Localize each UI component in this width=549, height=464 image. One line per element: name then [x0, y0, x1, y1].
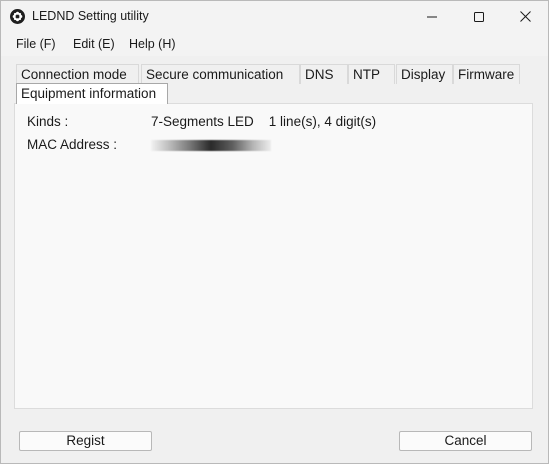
close-button[interactable] — [502, 1, 548, 32]
tab-equipment-information[interactable]: Equipment information — [16, 83, 168, 104]
menu-bar: File (F) Edit (E) Help (H) — [1, 32, 548, 56]
cancel-button[interactable]: Cancel — [399, 431, 532, 451]
equipment-information-panel: Kinds : 7-Segments LED 1 line(s), 4 digi… — [14, 103, 533, 409]
close-icon — [519, 11, 531, 22]
maximize-icon — [474, 11, 484, 22]
tab-secure-communication[interactable]: Secure communication — [141, 64, 300, 84]
window-title: LEDND Setting utility — [32, 9, 149, 23]
tab-display[interactable]: Display — [396, 64, 453, 84]
maximize-button[interactable] — [456, 1, 502, 32]
mac-address-value-redacted — [151, 140, 271, 151]
minimize-button[interactable] — [409, 1, 455, 32]
kinds-value: 7-Segments LED 1 line(s), 4 digit(s) — [151, 114, 377, 129]
kinds-label: Kinds : — [27, 114, 69, 129]
tab-firmware[interactable]: Firmware — [453, 64, 520, 84]
minimize-icon — [427, 16, 437, 17]
title-bar[interactable]: LEDND Setting utility — [1, 1, 548, 32]
menu-file[interactable]: File (F) — [16, 37, 56, 51]
menu-help[interactable]: Help (H) — [129, 37, 176, 51]
tab-dns[interactable]: DNS — [300, 64, 348, 84]
tab-ntp[interactable]: NTP — [348, 64, 395, 84]
mac-address-label: MAC Address : — [27, 137, 118, 152]
app-window: LEDND Setting utility File (F) Edit (E) … — [0, 0, 549, 464]
regist-button[interactable]: Regist — [19, 431, 152, 451]
menu-edit[interactable]: Edit (E) — [73, 37, 115, 51]
tab-connection-mode[interactable]: Connection mode — [16, 64, 139, 84]
gear-icon — [10, 9, 25, 24]
